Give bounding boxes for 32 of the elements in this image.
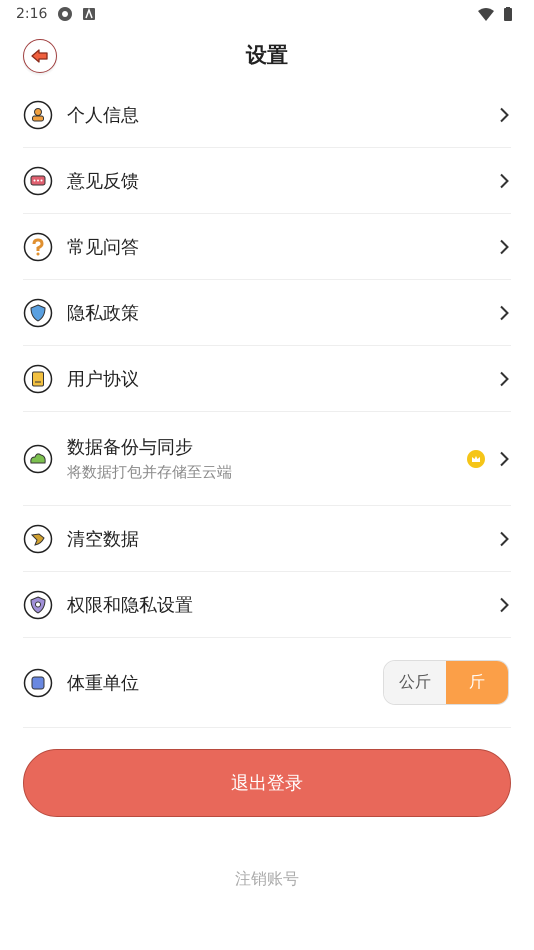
settings-item[interactable]: 权限和隐私设置 <box>23 572 511 638</box>
chevron-icon <box>499 596 509 612</box>
chevron-icon <box>499 106 509 122</box>
status-time: 2:16 <box>16 6 48 22</box>
notification-icon <box>83 8 96 20</box>
chevron-icon <box>499 370 509 386</box>
chat-bubble-icon <box>23 166 53 196</box>
question-icon <box>23 232 53 262</box>
settings-item[interactable]: 用户协议 <box>23 346 511 412</box>
chevron-icon <box>499 530 509 546</box>
cloud-icon <box>23 444 53 474</box>
settings-item[interactable]: 个人信息 <box>23 82 511 148</box>
back-arrow-icon <box>30 48 50 64</box>
back-button[interactable] <box>23 39 57 73</box>
chevron-icon <box>499 172 509 188</box>
settings-item[interactable]: 隐私政策 <box>23 280 511 346</box>
unit-option[interactable]: 公斤 <box>384 661 446 704</box>
shield-icon <box>23 298 53 328</box>
chevron-icon <box>499 238 509 254</box>
chevron-icon <box>499 450 509 466</box>
document-icon <box>23 364 53 394</box>
wifi-icon <box>478 8 494 20</box>
person-icon <box>23 100 53 130</box>
shield-eye-icon <box>23 590 53 620</box>
settings-item[interactable]: 数据备份与同步 将数据打包并存储至云端 <box>23 412 511 506</box>
page-title: 设置 <box>246 42 288 69</box>
settings-item[interactable]: 意见反馈 <box>23 148 511 214</box>
battery-icon <box>504 7 512 21</box>
settings-item[interactable]: 常见问答 <box>23 214 511 280</box>
setting-label: 体重单位 <box>67 672 140 694</box>
settings-item[interactable]: 清空数据 <box>23 506 511 572</box>
chevron-icon <box>499 304 509 320</box>
